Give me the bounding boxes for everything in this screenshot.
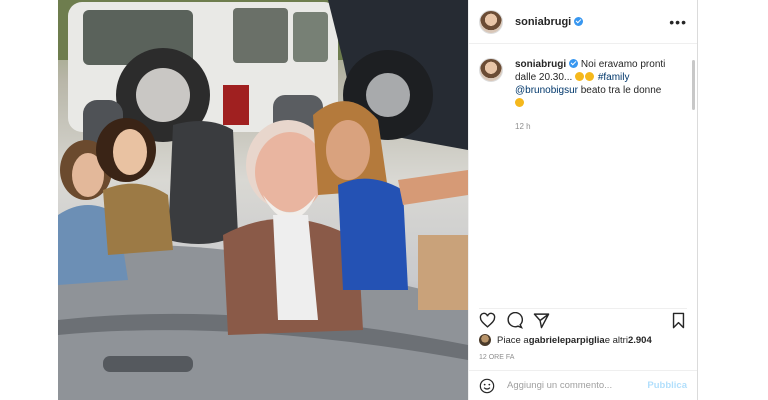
post-caption: soniabrugi Noi eravamo pronti dalle 20.3… [469,44,697,133]
grinning-emoji-icon [575,72,585,81]
header-username[interactable]: soniabrugi [515,16,584,28]
liker-avatar[interactable] [479,334,491,346]
caption-body: soniabrugi Noi eravamo pronti dalle 20.3… [515,58,675,133]
likes-line: Piace a gabrieleparpiglia e altri 2.904 [479,334,652,346]
caption-text-after: beato tra le donne [577,85,662,96]
smiley-icon[interactable] [479,378,495,394]
comment-bar: Pubblica [469,370,697,400]
header-username-text[interactable]: soniabrugi [515,16,571,28]
grinning-emoji-icon [585,72,595,81]
scrollbar[interactable] [692,60,695,110]
verified-badge-icon [574,16,584,26]
caption-username[interactable]: soniabrugi [515,59,579,70]
liker-username[interactable]: gabrieleparpiglia [529,335,605,346]
comment-icon[interactable] [506,311,523,329]
publish-button[interactable]: Pubblica [647,380,687,391]
post-photo[interactable] [58,0,468,400]
photo-illustration [58,0,468,400]
post-time-ago: 12 ORE FA [479,354,515,361]
heart-icon[interactable] [479,312,496,329]
kiss-emoji-icon [515,98,524,107]
action-bar [479,308,687,331]
comment-input[interactable] [505,379,639,392]
verified-badge-icon [569,59,579,68]
caption-time: 12 h [515,122,531,131]
more-options-icon[interactable]: ••• [669,14,687,30]
bookmark-icon[interactable] [670,312,687,329]
likes-prefix: Piace a [497,334,529,346]
post-side-panel: soniabrugi ••• soniabrugi Noi eravamo pr… [468,0,698,400]
likes-suffix: e altri [604,334,628,346]
likes-count[interactable]: 2.904 [628,335,652,346]
caption-avatar[interactable] [479,58,503,82]
avatar[interactable] [479,9,503,34]
share-icon[interactable] [533,312,550,329]
post-header: soniabrugi ••• [469,0,697,44]
mention-link[interactable]: @brunobigsur [515,85,578,96]
instagram-post: soniabrugi ••• soniabrugi Noi eravamo pr… [58,0,698,400]
caption-username-text[interactable]: soniabrugi [515,59,566,70]
hashtag-link[interactable]: #family [598,72,630,83]
